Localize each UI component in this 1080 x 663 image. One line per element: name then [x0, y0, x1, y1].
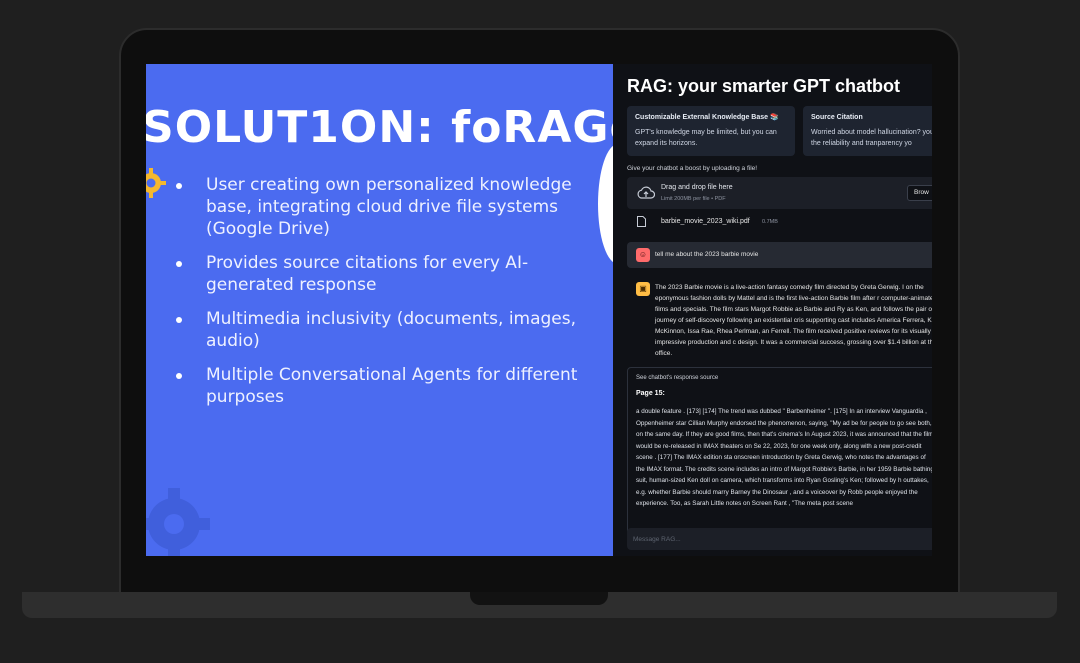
feature-card-source-citation: Source Citation Worried about model hall…: [803, 106, 932, 156]
user-message: ☺ tell me about the 2023 barbie movie: [627, 242, 932, 268]
card-heading: Source Citation: [811, 114, 863, 121]
file-icon: [637, 216, 646, 227]
chat-input[interactable]: [627, 528, 932, 550]
slide-bullet: User creating own personalized knowledge…: [174, 174, 604, 240]
card-heading: Customizable External Knowledge Base 📚: [635, 114, 779, 121]
card-body: GPT's knowledge may be limited, but you …: [635, 129, 777, 147]
feature-card-knowledge-base: Customizable External Knowledge Base 📚 G…: [627, 106, 795, 156]
app-title: RAG: your smarter GPT chatbot: [627, 76, 901, 96]
source-expander-label[interactable]: See chatbot's response source: [636, 375, 718, 381]
assistant-message-text: The 2023 Barbie movie is a live-action f…: [655, 284, 932, 357]
user-avatar-icon: ☺: [636, 248, 650, 262]
slide-bullet: Multimedia inclusivity (documents, image…: [174, 308, 604, 352]
source-page-label: Page 15:: [636, 390, 665, 397]
video-frame: SOLUT1ON: foRAGer User creating own pers…: [0, 0, 1080, 663]
file-name: barbie_movie_2023_wiki.pdf: [661, 218, 750, 225]
bot-avatar-icon: ▣: [636, 282, 650, 296]
upload-prompt: Give your chatbot a boost by uploading a…: [627, 165, 758, 172]
chatbot-app: RAG: your smarter GPT chatbot Customizab…: [613, 64, 932, 556]
user-message-text: tell me about the 2023 barbie movie: [655, 251, 759, 258]
assistant-message: ▣ The 2023 Barbie movie is a live-action…: [627, 278, 932, 362]
slide-bullet: Multiple Conversational Agents for diffe…: [174, 364, 604, 408]
dropzone-limit: Limit 200MB per file • PDF: [661, 196, 726, 202]
dropzone-label: Drag and drop file here: [661, 184, 733, 191]
laptop-screen: SOLUT1ON: foRAGer User creating own pers…: [146, 64, 932, 556]
slide-bullet: Provides source citations for every AI-g…: [174, 252, 604, 296]
gear-icon: [146, 168, 166, 198]
browse-files-button[interactable]: Brow: [907, 185, 932, 201]
file-dropzone[interactable]: Drag and drop file here Limit 200MB per …: [627, 177, 932, 209]
slide-bullet-list: User creating own personalized knowledge…: [174, 174, 604, 420]
gear-decoration-icon: [146, 488, 210, 556]
presentation-slide: SOLUT1ON: foRAGer User creating own pers…: [146, 64, 613, 556]
card-body: Worried about model hallucination? you t…: [811, 129, 932, 147]
file-size: 0.7MB: [762, 219, 778, 225]
slide-title: SOLUT1ON: foRAGer: [146, 102, 613, 153]
source-text: a double feature . [173] [174] The trend…: [636, 408, 932, 507]
response-source-expander[interactable]: See chatbot's response source Page 15: a…: [627, 367, 932, 537]
laptop-notch: [470, 592, 608, 605]
cloud-upload-icon: [637, 186, 655, 199]
